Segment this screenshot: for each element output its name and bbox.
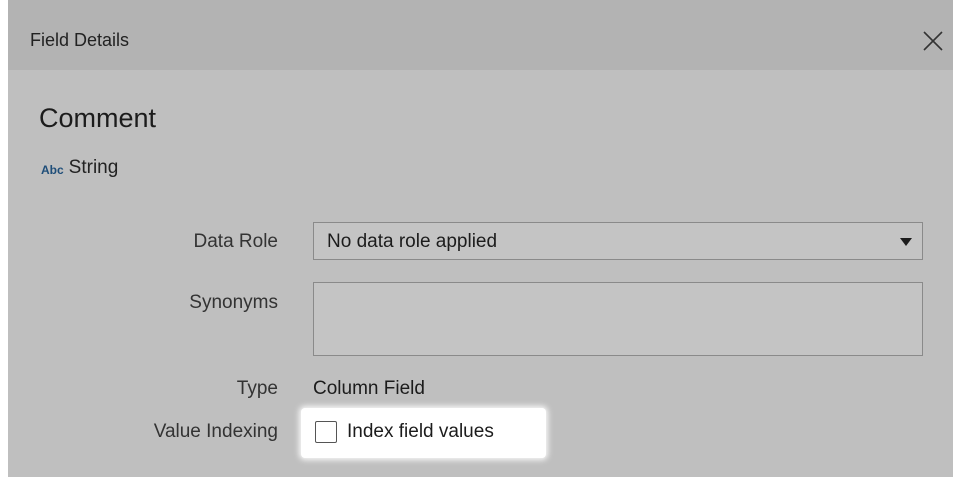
field-type-label: String bbox=[68, 157, 119, 178]
index-field-values-label[interactable]: Index field values bbox=[347, 421, 494, 443]
dialog-titlebar: Field Details bbox=[8, 0, 953, 70]
value-indexing-label: Value Indexing bbox=[153, 421, 278, 442]
dropdown-arrow-icon bbox=[900, 238, 912, 246]
value-indexing-highlight: Index field values bbox=[301, 408, 546, 458]
close-button[interactable] bbox=[922, 30, 944, 52]
field-details-dialog: Field Details Comment Abc String Data Ro… bbox=[8, 0, 953, 477]
data-role-dropdown[interactable]: No data role applied bbox=[313, 222, 923, 260]
type-value: Column Field bbox=[313, 378, 425, 399]
field-name-heading: Comment bbox=[39, 103, 157, 133]
index-field-values-checkbox[interactable] bbox=[315, 421, 337, 443]
close-icon bbox=[923, 31, 943, 51]
data-role-label: Data Role bbox=[193, 231, 279, 252]
type-label: Type bbox=[236, 378, 278, 399]
dialog-title: Field Details bbox=[30, 30, 130, 50]
synonyms-label: Synonyms bbox=[189, 292, 278, 313]
data-role-selected-value: No data role applied bbox=[327, 231, 498, 252]
string-type-icon: Abc bbox=[41, 163, 64, 177]
field-type-row: Abc String bbox=[41, 156, 118, 180]
synonyms-input[interactable] bbox=[313, 282, 923, 356]
